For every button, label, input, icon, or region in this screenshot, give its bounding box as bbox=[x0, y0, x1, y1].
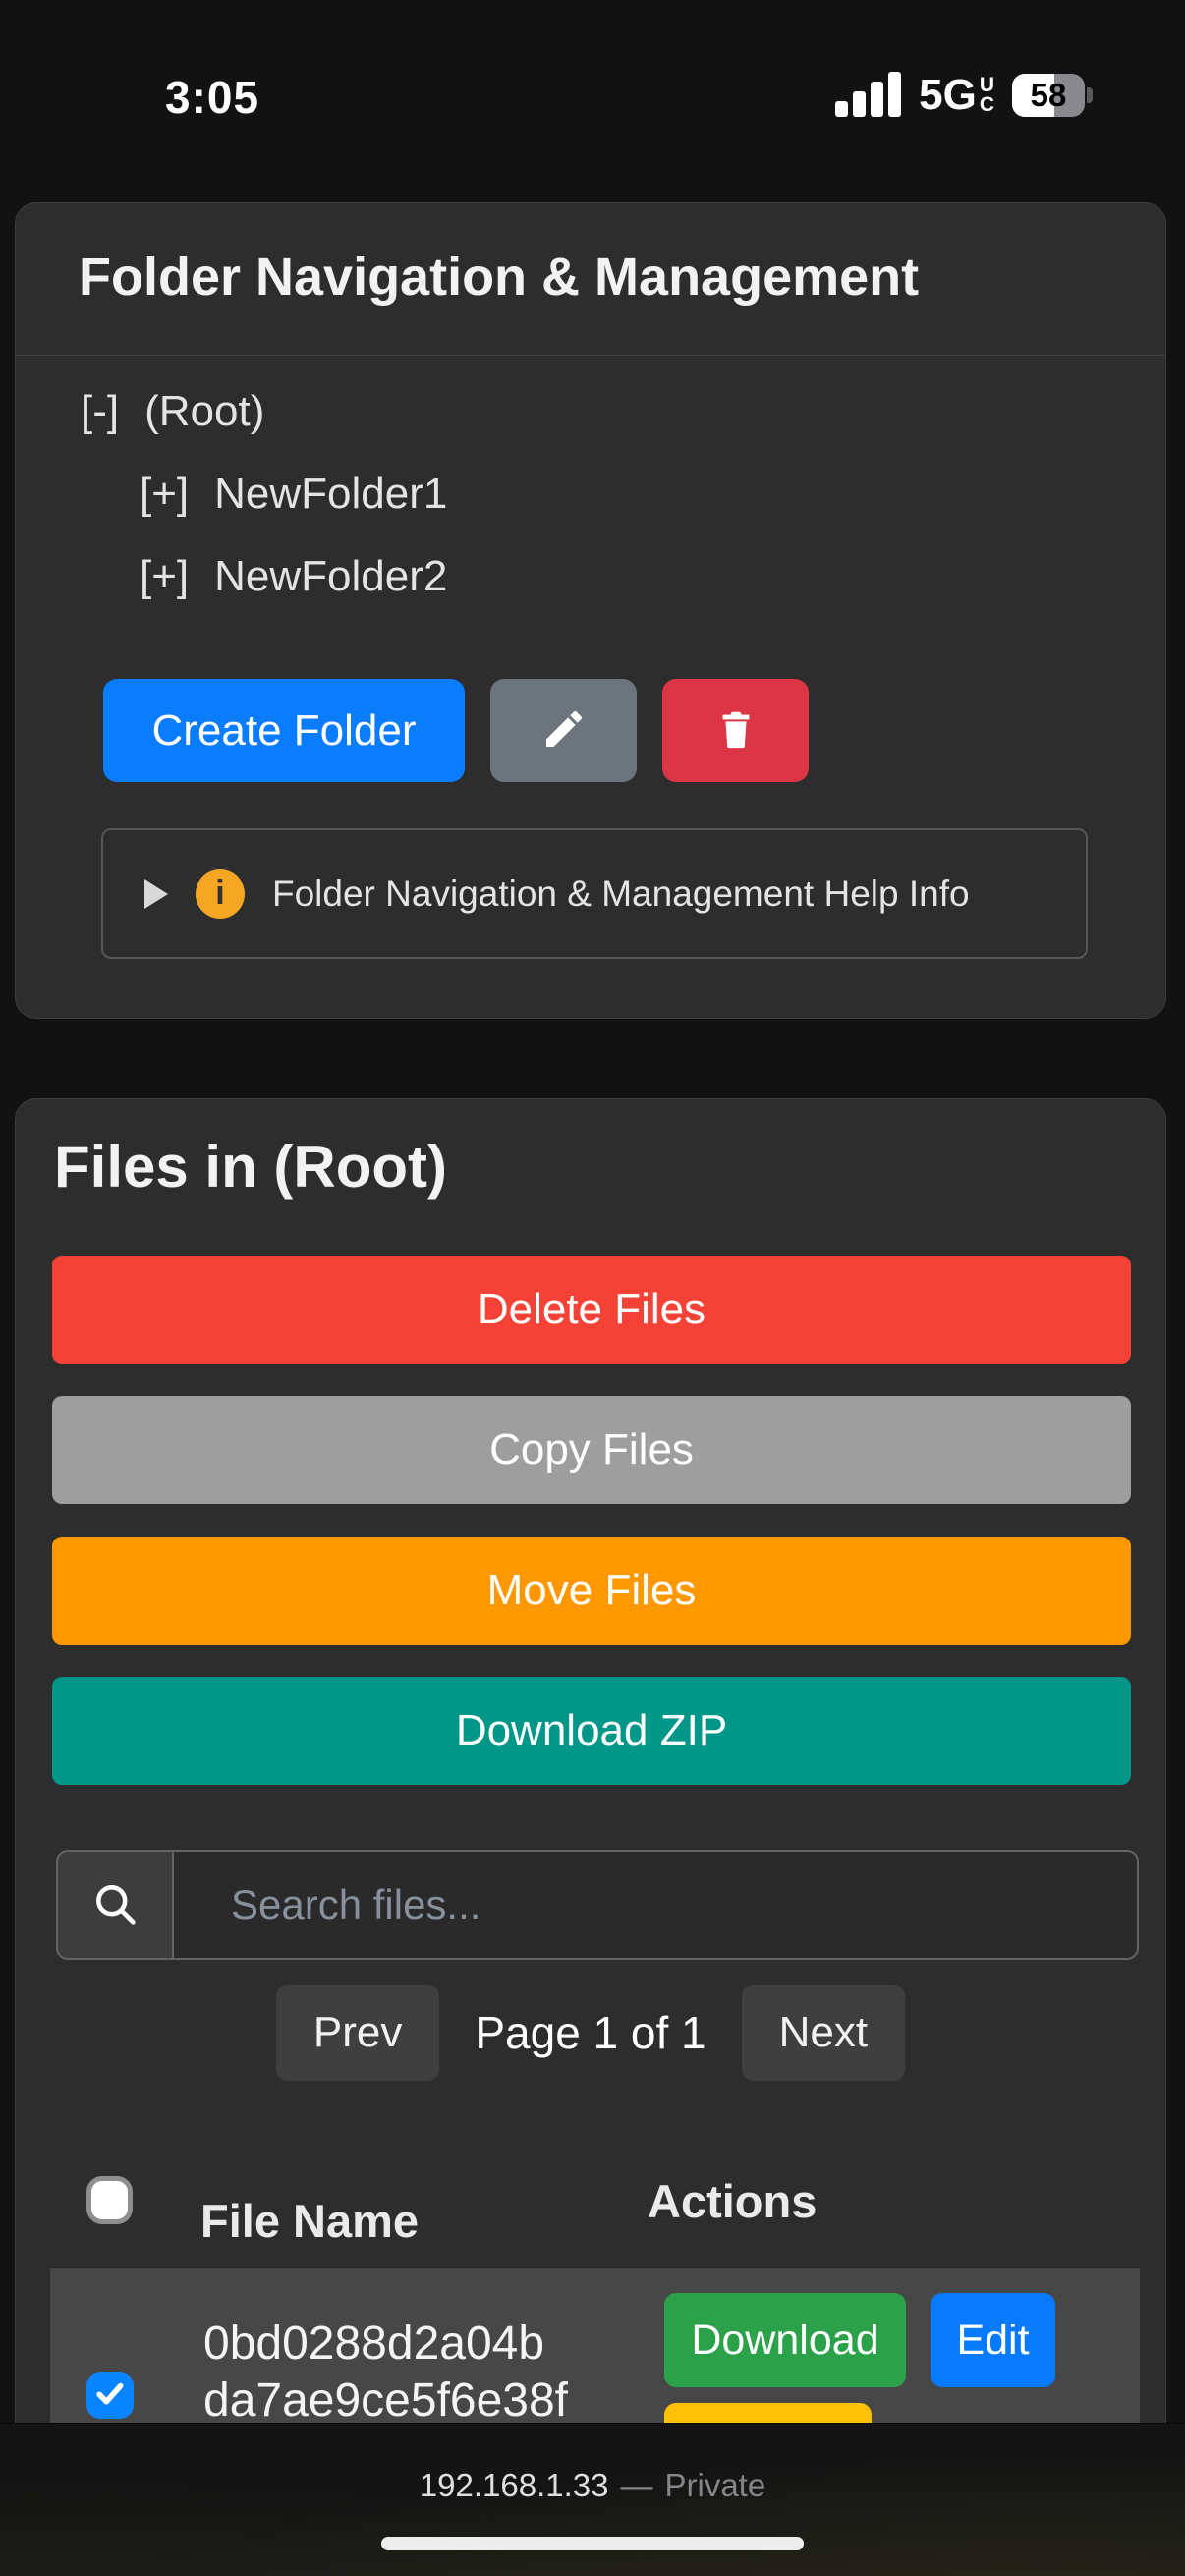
tree-item-newfolder1[interactable]: [+] NewFolder1 bbox=[81, 453, 447, 535]
select-all-checkbox[interactable] bbox=[86, 2176, 133, 2224]
status-time: 3:05 bbox=[165, 71, 259, 124]
network-sub-bottom: C bbox=[980, 95, 994, 115]
create-folder-button[interactable]: Create Folder bbox=[103, 679, 465, 782]
file-name-line1: 0bd0288d2a04b bbox=[203, 2316, 655, 2373]
tree-item-label[interactable]: (Root) bbox=[144, 387, 264, 435]
copy-files-button[interactable]: Copy Files bbox=[52, 1396, 1131, 1504]
status-icons: 5G U C 58 bbox=[835, 73, 1085, 118]
network-type-indicator: 5G U C bbox=[919, 71, 994, 120]
tree-item-root[interactable]: [-] (Root) bbox=[81, 370, 447, 453]
files-card: Files in (Root) Delete Files Copy Files … bbox=[15, 1098, 1166, 2576]
collapse-toggle[interactable]: [-] bbox=[81, 387, 119, 435]
pencil-icon bbox=[540, 705, 588, 756]
expand-toggle[interactable]: [+] bbox=[140, 470, 189, 518]
help-accordion[interactable]: i Folder Navigation & Management Help In… bbox=[101, 828, 1088, 959]
help-accordion-label: Folder Navigation & Management Help Info bbox=[272, 873, 970, 915]
table-header: File Name Actions bbox=[86, 2168, 1126, 2237]
page-indicator: Page 1 of 1 bbox=[475, 2006, 705, 2059]
private-mode-label: Private bbox=[664, 2467, 765, 2504]
folder-card-title: Folder Navigation & Management bbox=[79, 247, 919, 308]
home-indicator[interactable] bbox=[381, 2537, 804, 2550]
caret-right-icon[interactable] bbox=[144, 879, 168, 909]
delete-files-button[interactable]: Delete Files bbox=[52, 1256, 1131, 1364]
search-button[interactable] bbox=[56, 1850, 174, 1960]
checkmark-icon bbox=[90, 2374, 130, 2418]
url-separator: — bbox=[620, 2467, 652, 2504]
row-checkbox-checked[interactable] bbox=[86, 2372, 134, 2419]
edit-file-button[interactable]: Edit bbox=[931, 2293, 1055, 2387]
files-card-title: Files in (Root) bbox=[54, 1133, 447, 1201]
folder-navigation-card: Folder Navigation & Management [-] (Root)… bbox=[15, 202, 1166, 1019]
info-icon: i bbox=[196, 869, 245, 919]
download-file-button[interactable]: Download bbox=[664, 2293, 906, 2387]
download-zip-button[interactable]: Download ZIP bbox=[52, 1677, 1131, 1785]
battery-icon: 58 bbox=[1012, 74, 1085, 117]
battery-percent: 58 bbox=[1012, 74, 1085, 117]
tree-item-newfolder2[interactable]: [+] NewFolder2 bbox=[81, 535, 447, 618]
divider bbox=[16, 355, 1165, 356]
next-page-button[interactable]: Next bbox=[742, 1985, 905, 2081]
address-bar[interactable]: 192.168.1.33 — Private bbox=[0, 2467, 1185, 2504]
file-name: 0bd0288d2a04b da7ae9ce5f6e38f bbox=[203, 2316, 655, 2430]
folder-tree: [-] (Root) [+] NewFolder1 [+] NewFolder2 bbox=[81, 370, 447, 618]
column-header-actions: Actions bbox=[648, 2174, 817, 2228]
file-name-line2: da7ae9ce5f6e38f bbox=[203, 2373, 655, 2430]
rename-folder-button[interactable] bbox=[490, 679, 637, 782]
move-files-button[interactable]: Move Files bbox=[52, 1537, 1131, 1645]
url-host: 192.168.1.33 bbox=[420, 2467, 609, 2504]
delete-folder-button[interactable] bbox=[662, 679, 809, 782]
expand-toggle[interactable]: [+] bbox=[140, 552, 189, 600]
trash-icon bbox=[713, 705, 759, 756]
signal-strength-icon bbox=[835, 73, 901, 118]
prev-page-button[interactable]: Prev bbox=[276, 1985, 439, 2081]
tree-item-label[interactable]: NewFolder1 bbox=[214, 470, 447, 518]
network-sub-top: U bbox=[980, 76, 994, 95]
safari-bottom-bar: 192.168.1.33 — Private bbox=[0, 2423, 1185, 2576]
network-type-label: 5G bbox=[919, 71, 977, 120]
search-icon bbox=[89, 1878, 141, 1932]
tree-item-label[interactable]: NewFolder2 bbox=[214, 552, 447, 600]
search-input[interactable] bbox=[174, 1850, 1139, 1960]
column-header-file-name: File Name bbox=[200, 2194, 419, 2248]
